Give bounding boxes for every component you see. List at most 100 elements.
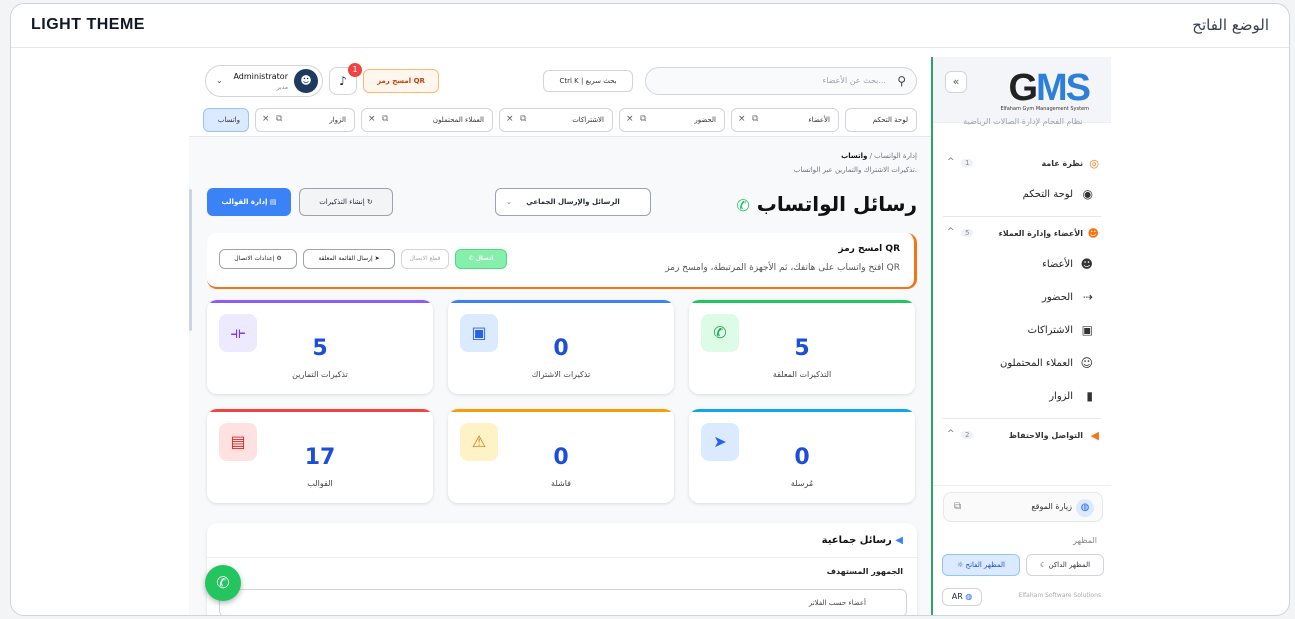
chevron-down-icon: ⌄ (216, 76, 223, 85)
tab-label: الزوار (329, 116, 346, 124)
open-tabs-bar: لوحة التحكم الأعضاء ⧉ × الحضور ⧉ × الاشتراكا… (189, 103, 931, 137)
avatar: ☻ (294, 69, 318, 93)
connect-button[interactable]: ✆ اتصال (455, 249, 507, 269)
tab-subscriptions[interactable]: الاشتراكات ⧉ × (499, 108, 613, 132)
sidebar-item-dashboard[interactable]: ◉ لوحة التحكم (933, 179, 1111, 212)
tab-label: الاشتراكات (572, 116, 604, 124)
button-label: إرسال القائمة المعلقة (318, 255, 373, 262)
button-label: اتصال (475, 255, 494, 262)
tab-label: الأعضاء (808, 116, 830, 124)
sidebar-item-label: العملاء المحتملون (1000, 358, 1073, 369)
user-menu[interactable]: ☻ Administrator مدير ⌄ (205, 65, 323, 97)
tab-members[interactable]: الأعضاء ⧉ × (731, 108, 839, 132)
stat-card-pending: ✆ 5 التذكيرات المعلقة (689, 300, 915, 394)
scrollbar[interactable] (189, 189, 192, 331)
sidebar-item-leads[interactable]: ☺ العملاء المحتملون (933, 348, 1111, 381)
sun-icon: ☼ (957, 561, 966, 569)
page-title: ✆ رسائل الواتساب (736, 192, 917, 216)
tab-leads[interactable]: العملاء المحتملون ⧉ × (361, 108, 493, 132)
visit-label: زيارة الموقع (1031, 502, 1072, 511)
manage-templates-button[interactable]: إدارة القوالب ▤ (207, 188, 291, 216)
bulk-heading-text: رسائل جماعية (821, 535, 892, 546)
page-title-text: رسائل الواتساب (756, 192, 917, 216)
audience-select[interactable]: أعضاء حسب الفلاتر (219, 589, 907, 615)
logo-caption: Elfaham Gym Management System (1000, 106, 1089, 112)
sidebar-item-label: الاشتراكات (1027, 325, 1073, 336)
card-accent (448, 409, 674, 412)
close-tab-icon[interactable]: × (506, 114, 514, 124)
bulk-messages-panel: رسائل جماعية ◀ الجمهور المستهدف أعضاء حس… (207, 523, 917, 615)
tab-dashboard[interactable]: لوحة التحكم (845, 108, 917, 132)
card-accent (448, 300, 674, 303)
section-overview[interactable]: ◎ نظرة عامة 1 ^ (933, 151, 1111, 179)
qr-description: افتح واتساب على هاتفك، ثم الأجهزة المرتب… (665, 263, 900, 273)
connection-settings-button[interactable]: إعدادات الاتصال ⚙ (219, 249, 297, 269)
notifications-button[interactable]: ♪ 1 (329, 63, 362, 95)
stat-card-failed: ⚠ 0 فاشلة (448, 409, 674, 503)
top-header: ⚲ بحث عن الأعضاء... Ctrl K | بحث سريع ام… (189, 57, 931, 103)
close-tab-icon[interactable]: × (738, 114, 746, 124)
send-pending-button[interactable]: إرسال القائمة المعلقة ➤ (303, 249, 395, 269)
whatsapp-fab-button[interactable]: ✆ (205, 565, 241, 601)
audience-label: الجمهور المستهدف (826, 567, 903, 576)
sidebar-item-label: الزوار (1049, 391, 1073, 402)
button-label: إدارة القوالب (221, 198, 268, 206)
search-icon: ⚲ (897, 74, 906, 88)
tab-attendance[interactable]: الحضور ⧉ × (619, 108, 725, 132)
sidebar-item-members[interactable]: ☻ الأعضاء (933, 249, 1111, 282)
collapse-sidebar-button[interactable]: « (945, 71, 967, 93)
tab-visitors[interactable]: الزوار ⧉ × (255, 108, 355, 132)
language-label: AR (951, 592, 963, 601)
tab-whatsapp[interactable]: واتساب (203, 108, 249, 132)
theme-header: LIGHT THEME الوضع الفاتح (11, 4, 1289, 48)
stat-card-workout: ⟛ 5 تذكيرات التمارين (207, 300, 433, 394)
megaphone-icon: ◀ (895, 535, 903, 546)
language-toggle[interactable]: AR ◍ (942, 588, 982, 606)
stat-value: 0 (553, 336, 569, 361)
scan-qr-button[interactable]: امسح رمز QR (363, 69, 439, 93)
open-external-icon[interactable]: ⧉ (382, 114, 388, 124)
close-tab-icon[interactable]: × (368, 114, 376, 124)
dashboard-icon: ◎ (1089, 157, 1099, 170)
stat-card-sent: ➤ 0 مُرسلة (689, 409, 915, 503)
open-external-icon[interactable]: ⧉ (640, 114, 646, 124)
close-tab-icon[interactable]: × (626, 114, 634, 124)
quick-search-button[interactable]: Ctrl K | بحث سريع (543, 70, 633, 92)
user-plus-icon: ☺ (1080, 356, 1093, 370)
stat-label: مُرسلة (790, 479, 814, 488)
dark-theme-button[interactable]: ☾ المظهر الداكن (1026, 554, 1104, 576)
audience-value: أعضاء حسب الفلاتر (808, 599, 866, 607)
file-icon: ▤ (269, 198, 277, 206)
tab-label: لوحة التحكم (872, 116, 908, 124)
card-accent (689, 409, 915, 412)
visit-site-button[interactable]: ◍ زيارة الموقع ⧉ (943, 492, 1103, 522)
sidebar-item-visitors[interactable]: ▮ الزوار (933, 381, 1111, 414)
stat-value: 0 (553, 445, 569, 470)
stat-label: القوالب (307, 479, 333, 488)
disconnect-button[interactable]: قطع الاتصال (401, 249, 449, 269)
chevron-up-icon: ^ (947, 157, 955, 167)
screenshot-frame: LIGHT THEME الوضع الفاتح « GMS Elfaham G… (10, 3, 1290, 616)
stat-value: 5 (794, 336, 810, 361)
stat-value: 5 (312, 336, 328, 361)
open-external-icon[interactable]: ⧉ (752, 114, 758, 124)
sidebar-item-attendance[interactable]: ⇢ الحضور (933, 282, 1111, 315)
refresh-icon: ↻ (366, 198, 373, 206)
view-select[interactable]: ⌄ الرسائل والإرسال الجماعي (495, 188, 651, 216)
sidebar: « GMS Elfaham Gym Management System نظام… (931, 57, 1111, 615)
open-external-icon[interactable]: ⧉ (276, 114, 282, 124)
create-reminders-button[interactable]: إنشاء التذكيرات ↻ (299, 188, 393, 216)
search-input[interactable]: ⚲ بحث عن الأعضاء... (645, 67, 917, 95)
sidebar-item-subscriptions[interactable]: ▣ الاشتراكات (933, 315, 1111, 348)
close-tab-icon[interactable]: × (262, 114, 270, 124)
sidebar-footer: ◍ زيارة الموقع ⧉ المظهر ☾ المظهر الداكن … (933, 485, 1111, 615)
section-members[interactable]: ☻ الأعضاء وإدارة العملاء 5 ^ (933, 221, 1111, 249)
open-external-icon[interactable]: ⧉ (520, 114, 526, 124)
section-label: نظرة عامة (1041, 159, 1083, 168)
megaphone-icon: ◀ (1090, 429, 1099, 442)
tab-label: واتساب (217, 116, 240, 124)
section-communication[interactable]: ◀ التواصل والاحتفاظ 2 ^ (933, 423, 1111, 451)
light-theme-button[interactable]: ☼ المظهر الفاتح (942, 554, 1020, 576)
section-label: التواصل والاحتفاظ (1008, 431, 1083, 440)
breadcrumb-root[interactable]: إدارة الواتساب (874, 152, 917, 160)
